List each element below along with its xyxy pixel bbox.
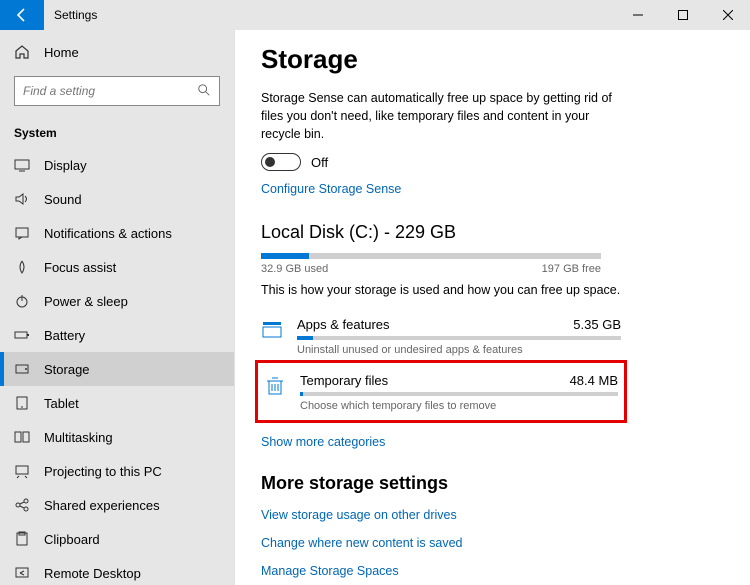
link-view-other-drives[interactable]: View storage usage on other drives (261, 508, 750, 522)
storage-sense-toggle[interactable]: Off (261, 153, 750, 171)
row-sub: Uninstall unused or undesired apps & fea… (297, 344, 621, 356)
nav-label: Power & sleep (44, 294, 128, 309)
link-storage-spaces[interactable]: Manage Storage Spaces (261, 564, 750, 578)
notifications-icon (14, 225, 30, 241)
back-button[interactable] (0, 0, 44, 30)
toggle-track (261, 153, 301, 171)
apps-icon (261, 317, 285, 344)
nav-label: Multitasking (44, 430, 113, 445)
storage-icon (14, 361, 30, 377)
search-box[interactable] (14, 76, 220, 106)
highlighted-row: Temporary files 48.4 MB Choose which temp… (255, 360, 627, 423)
row-sub: Choose which temporary files to remove (300, 400, 618, 412)
more-storage-heading: More storage settings (261, 473, 750, 494)
shared-icon (14, 497, 30, 513)
disk-usage-labels: 32.9 GB used 197 GB free (261, 263, 601, 275)
maximize-icon (678, 10, 688, 20)
storage-sense-desc: Storage Sense can automatically free up … (261, 89, 621, 143)
display-icon (14, 157, 30, 173)
multitasking-icon (14, 429, 30, 445)
show-more-categories-link[interactable]: Show more categories (261, 435, 385, 449)
disk-used-label: 32.9 GB used (261, 263, 328, 275)
maximize-button[interactable] (660, 0, 705, 30)
toggle-label: Off (311, 155, 328, 170)
storage-row-apps[interactable]: Apps & features 5.35 GB Uninstall unused … (261, 311, 621, 360)
sidebar-item-remote-desktop[interactable]: Remote Desktop (0, 556, 234, 585)
storage-row-temp-files[interactable]: Temporary files 48.4 MB Choose which temp… (264, 367, 618, 416)
configure-storage-sense-link[interactable]: Configure Storage Sense (261, 182, 401, 196)
focus-assist-icon (14, 259, 30, 275)
sidebar: Home System Display Sound Notifications … (0, 30, 235, 585)
link-change-new-content[interactable]: Change where new content is saved (261, 536, 750, 550)
nav-label: Notifications & actions (44, 226, 172, 241)
nav-label: Remote Desktop (44, 566, 141, 581)
page-title: Storage (261, 44, 750, 75)
nav-label: Storage (44, 362, 90, 377)
sidebar-item-display[interactable]: Display (0, 148, 234, 182)
battery-icon (14, 327, 30, 343)
close-button[interactable] (705, 0, 750, 30)
sidebar-item-battery[interactable]: Battery (0, 318, 234, 352)
sidebar-item-sound[interactable]: Sound (0, 182, 234, 216)
sidebar-item-notifications[interactable]: Notifications & actions (0, 216, 234, 250)
nav-label: Sound (44, 192, 82, 207)
clipboard-icon (14, 531, 30, 547)
app-title: Settings (54, 8, 97, 22)
nav-label: Shared experiences (44, 498, 160, 513)
sidebar-item-projecting[interactable]: Projecting to this PC (0, 454, 234, 488)
close-icon (723, 10, 733, 20)
storage-how-note: This is how your storage is used and how… (261, 283, 750, 297)
sidebar-item-storage[interactable]: Storage (0, 352, 234, 386)
nav-label: Clipboard (44, 532, 100, 547)
search-input[interactable] (23, 84, 183, 98)
nav-label: Focus assist (44, 260, 116, 275)
sidebar-item-multitasking[interactable]: Multitasking (0, 420, 234, 454)
sound-icon (14, 191, 30, 207)
home-icon (14, 44, 30, 60)
arrow-left-icon (14, 7, 30, 23)
nav-label: Projecting to this PC (44, 464, 162, 479)
projecting-icon (14, 463, 30, 479)
row-name: Temporary files (300, 373, 388, 388)
tablet-icon (14, 395, 30, 411)
search-icon (197, 83, 211, 100)
nav-label: Display (44, 158, 87, 173)
disk-free-label: 197 GB free (542, 263, 601, 275)
nav-label: Battery (44, 328, 85, 343)
home-button[interactable]: Home (0, 36, 234, 68)
sidebar-item-shared-experiences[interactable]: Shared experiences (0, 488, 234, 522)
remote-icon (14, 565, 30, 581)
row-size: 48.4 MB (570, 373, 618, 388)
sidebar-item-power-sleep[interactable]: Power & sleep (0, 284, 234, 318)
sidebar-item-focus-assist[interactable]: Focus assist (0, 250, 234, 284)
local-disk-heading: Local Disk (C:) - 229 GB (261, 222, 750, 243)
category-heading: System (0, 118, 234, 148)
trash-icon (264, 373, 288, 400)
row-name: Apps & features (297, 317, 390, 332)
home-label: Home (44, 45, 79, 60)
power-icon (14, 293, 30, 309)
disk-usage-bar (261, 253, 601, 259)
row-size: 5.35 GB (573, 317, 621, 332)
sidebar-item-tablet[interactable]: Tablet (0, 386, 234, 420)
nav-label: Tablet (44, 396, 79, 411)
minimize-button[interactable] (615, 0, 660, 30)
minimize-icon (633, 10, 643, 20)
sidebar-item-clipboard[interactable]: Clipboard (0, 522, 234, 556)
titlebar: Settings (0, 0, 750, 30)
main-content: Storage Storage Sense can automatically … (235, 30, 750, 585)
